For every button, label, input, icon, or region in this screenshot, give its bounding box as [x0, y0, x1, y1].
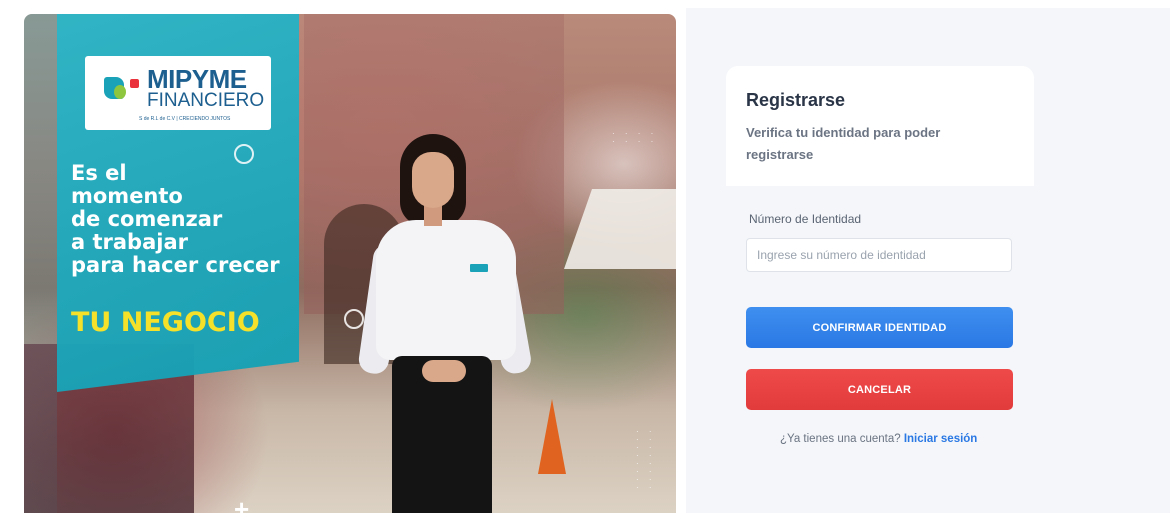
brand-logo: MIPYME FINANCIERO S de R.L de C.V | CREC… — [85, 56, 271, 130]
page-subtitle: Verifica tu identidad para poder registr… — [746, 125, 941, 162]
hero-headline: Es el momento de comenzar a trabajar par… — [71, 162, 280, 277]
id-number-input[interactable] — [746, 238, 1012, 272]
logo-subtitle: FINANCIERO — [147, 90, 265, 111]
plus-decoration: + — [234, 494, 250, 513]
login-prompt: ¿Ya tienes una cuenta? Iniciar sesión — [780, 433, 977, 445]
circle-decoration — [234, 144, 254, 164]
dots-decoration: · · · · · · · · · · · · · · · · — [636, 427, 656, 492]
login-link[interactable]: Iniciar sesión — [904, 433, 978, 445]
page-title: Registrarse — [746, 90, 846, 110]
hero-image: MIPYME FINANCIERO S de R.L de C.V | CREC… — [24, 14, 676, 513]
confirm-identity-button[interactable]: CONFIRMAR IDENTIDAD — [746, 307, 1013, 348]
shirt-logo-icon — [470, 264, 488, 272]
circle-decoration — [344, 309, 364, 329]
headline-line: a trabajar — [71, 230, 188, 254]
id-field-label: Número de Identidad — [749, 212, 862, 226]
woman-photo — [357, 134, 534, 513]
headline-line: momento — [71, 184, 183, 208]
logo-tagline: S de R.L de C.V | CRECIENDO JUNTOS — [139, 116, 231, 122]
login-prompt-text: ¿Ya tienes una cuenta? — [780, 433, 901, 445]
teal-stripe — [24, 14, 57, 513]
logo-mark-icon — [104, 73, 140, 103]
hero-highlight: TU NEGOCIO — [71, 307, 260, 338]
headline-line: Es el — [71, 161, 127, 185]
headline-line: para hacer crecer — [71, 253, 280, 277]
background-tent — [564, 189, 676, 269]
cancel-button[interactable]: CANCELAR — [746, 369, 1013, 410]
dots-decoration: · · · · · · · · — [612, 129, 658, 146]
traffic-cone — [538, 399, 566, 474]
headline-line: de comenzar — [71, 207, 223, 231]
